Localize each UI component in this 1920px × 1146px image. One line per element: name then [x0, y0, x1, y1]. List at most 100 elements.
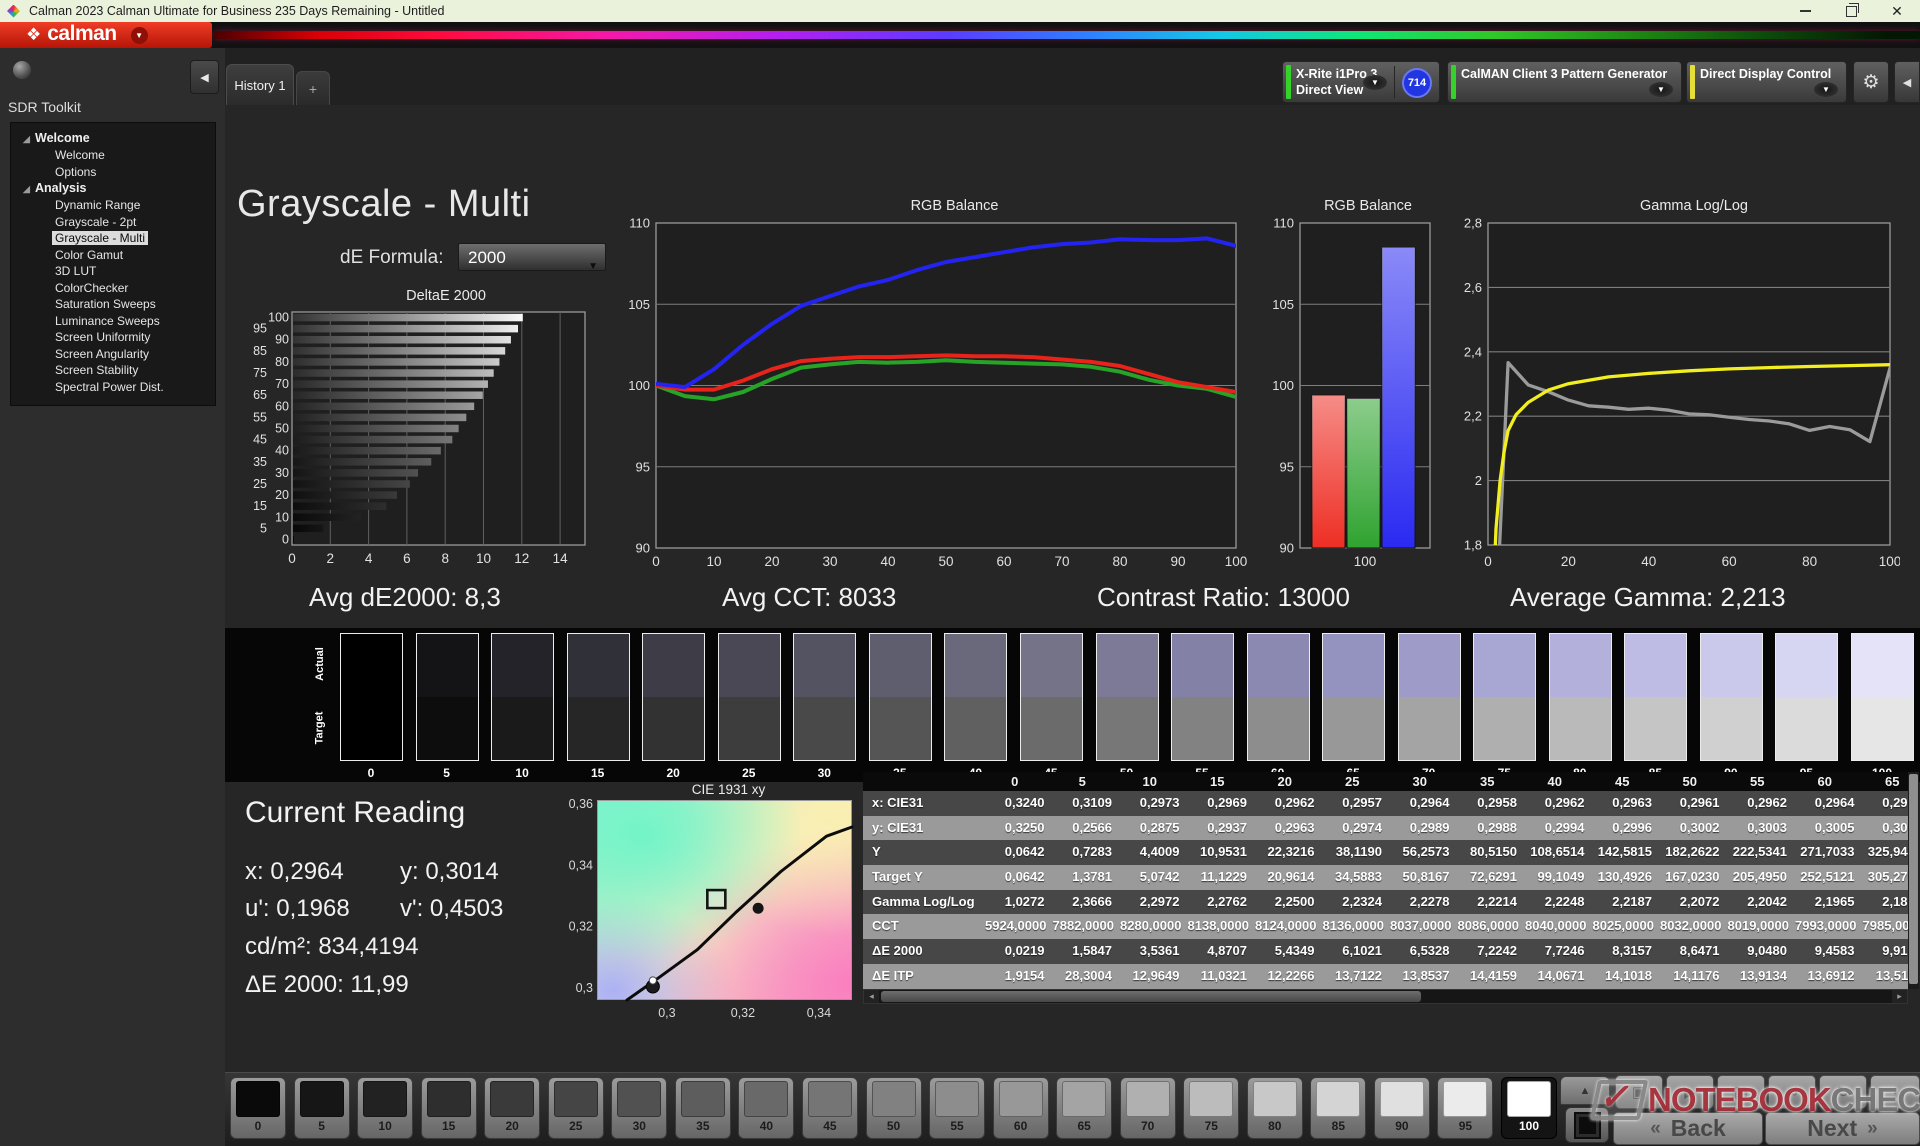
nav-tool-5-button[interactable]: ↻ [1819, 1075, 1867, 1109]
level-button-60[interactable]: 60 [992, 1077, 1049, 1139]
swatch-actual-40 [945, 634, 1007, 697]
sidebar-item-3d-lut[interactable]: 3D LUT [11, 263, 215, 280]
level-button-100[interactable]: 100 [1501, 1077, 1557, 1139]
nav-tool-6-button[interactable]: · [1870, 1075, 1920, 1109]
meter-chevron[interactable]: ▼ [1363, 75, 1387, 90]
level-button-70[interactable]: 70 [1119, 1077, 1176, 1139]
chevron-down-icon: ▼ [1371, 78, 1379, 87]
table-vertical-scrollbar[interactable] [1908, 772, 1919, 989]
level-button-35[interactable]: 35 [674, 1077, 731, 1139]
stop-pattern-button[interactable] [1565, 1107, 1609, 1143]
level-button-10[interactable]: 10 [357, 1077, 414, 1139]
swatch-level-label: 5 [443, 766, 450, 780]
swatch-target-10 [492, 697, 554, 760]
sidebar-item-spectral-power-dist[interactable]: Spectral Power Dist. [11, 379, 215, 396]
sidebar-item-screen-angularity[interactable]: Screen Angularity [11, 346, 215, 363]
scroll-right-button[interactable]: ▸ [1892, 990, 1907, 1003]
level-button-65[interactable]: 65 [1056, 1077, 1113, 1139]
sidebar-item-screen-stability[interactable]: Screen Stability [11, 362, 215, 379]
svg-text:40: 40 [275, 444, 289, 458]
display-control-dropdown[interactable]: Direct Display Control ▼ [1686, 61, 1847, 103]
sidebar-item-options[interactable]: Options [11, 164, 215, 181]
table-col-60: 60 [1817, 774, 1832, 789]
calman-menu-chevron[interactable]: ▼ [130, 26, 148, 44]
tab-history-1[interactable]: History 1 [226, 64, 294, 105]
sidebar-item-luminance-sweeps[interactable]: Luminance Sweeps [11, 313, 215, 330]
sidebar-group-analysis[interactable]: ◢ Analysis [11, 180, 215, 197]
sidebar-item-grayscale-multi[interactable]: Grayscale - Multi [11, 230, 215, 247]
table-row-x-cie31: x: CIE31 0,3240 0,3109 0,2973 0,2969 0,2962 0,… [863, 791, 1908, 816]
level-button-5[interactable]: 5 [293, 1077, 350, 1139]
level-button-0[interactable]: 0 [230, 1077, 286, 1139]
display-chevron[interactable]: ▼ [1814, 82, 1838, 97]
meter-dropdown[interactable]: X-Rite i1Pro 3 Direct View ▼ 714 [1282, 61, 1440, 103]
de-formula-select[interactable]: 2000 ▼ [458, 243, 606, 272]
pattern-level-strip: ▲ ▣ ▶ ▤ ∞ ↻ · « Back Next » 0 5 10 15 20 25 30… [225, 1072, 1920, 1146]
sidebar-item-saturation-sweeps[interactable]: Saturation Sweeps [11, 296, 215, 313]
settings-button[interactable]: ⚙ [1853, 61, 1889, 103]
back-button[interactable]: « Back [1613, 1112, 1763, 1145]
svg-text:2,6: 2,6 [1464, 280, 1482, 295]
table-horizontal-scrollbar[interactable]: ◂ ▸ [863, 989, 1908, 1004]
level-up-button[interactable]: ▲ [1560, 1076, 1610, 1105]
svg-text:85: 85 [253, 344, 267, 358]
close-button[interactable]: ✕ [1874, 0, 1920, 22]
level-button-90[interactable]: 90 [1373, 1077, 1430, 1139]
level-button-15[interactable]: 15 [420, 1077, 477, 1139]
reading-v: v': 0,4503 [400, 895, 504, 922]
sidebar: ◀ SDR Toolkit ◢ Welcome Welcome Options ◢ Ana… [0, 48, 225, 1146]
minimize-button[interactable] [1782, 0, 1828, 22]
deltae-2000-chart: DeltaE 2000 100 95 90 85 80 75 70 65 60 55 50 45 40 3… [245, 288, 600, 580]
stop-icon [1573, 1111, 1601, 1139]
rgb-balance-line-chart: RGB Balance 110 105 100 95 90 0 10 20 30 40 50 60 70… [608, 198, 1253, 575]
level-button-75[interactable]: 75 [1183, 1077, 1240, 1139]
level-button-55[interactable]: 55 [929, 1077, 986, 1139]
level-button-80[interactable]: 80 [1246, 1077, 1303, 1139]
panel-collapse-button[interactable]: ◀ [1894, 61, 1920, 103]
sidebar-item-grayscale-2pt[interactable]: Grayscale - 2pt [11, 214, 215, 231]
level-button-25[interactable]: 25 [547, 1077, 604, 1139]
sidebar-item-screen-uniformity[interactable]: Screen Uniformity [11, 329, 215, 346]
calman-menu-button[interactable]: ❖ calman ▼ [0, 22, 212, 48]
sidebar-item-dynamic-range[interactable]: Dynamic Range [11, 197, 215, 214]
level-button-20[interactable]: 20 [484, 1077, 541, 1139]
sidebar-item-color-gamut[interactable]: Color Gamut [11, 247, 215, 264]
swatch-target-20 [643, 697, 705, 760]
nav-tool-2-button[interactable]: ▶ [1666, 1075, 1714, 1109]
chevron-down-icon: ▼ [135, 30, 144, 40]
table-row-cct: CCT 5924,0000 7882,0000 8280,0000 8138,0000 8… [863, 914, 1908, 940]
nav-tool-1-button[interactable]: ▣ [1615, 1075, 1663, 1109]
sidebar-sphere-button[interactable] [13, 61, 31, 79]
nav-tool-4-button[interactable]: ∞ [1768, 1075, 1816, 1109]
level-button-85[interactable]: 85 [1310, 1077, 1367, 1139]
sidebar-item-colorchecker[interactable]: ColorChecker [11, 280, 215, 297]
level-button-50[interactable]: 50 [865, 1077, 922, 1139]
sidebar-group-welcome[interactable]: ◢ Welcome [11, 130, 215, 147]
swatch-actual-85 [1625, 634, 1687, 697]
swatch-target-35 [869, 697, 931, 760]
pattern-chevron[interactable]: ▼ [1649, 82, 1673, 97]
scroll-left-button[interactable]: ◂ [864, 990, 879, 1003]
add-tab-button[interactable]: + [296, 71, 330, 105]
table-row-y-cie31: y: CIE31 0,3250 0,2566 0,2875 0,2937 0,2963 0,… [863, 815, 1908, 841]
pattern-generator-dropdown[interactable]: CalMAN Client 3 Pattern Generator ▼ [1447, 61, 1682, 103]
v-scroll-thumb[interactable] [1909, 774, 1918, 984]
swatch-level-label: 15 [590, 766, 605, 780]
restore-button[interactable] [1828, 0, 1874, 22]
level-button-45[interactable]: 45 [801, 1077, 858, 1139]
sidebar-item-welcome[interactable]: Welcome [11, 147, 215, 164]
level-patch [1189, 1081, 1234, 1117]
swatch-cell-55 [1171, 633, 1235, 761]
nav-tool-3-button[interactable]: ▤ [1717, 1075, 1765, 1109]
h-scroll-thumb[interactable] [881, 991, 1421, 1002]
swatch-target-85 [1625, 697, 1687, 760]
level-button-95[interactable]: 95 [1437, 1077, 1494, 1139]
swatch-actual-10 [492, 634, 554, 697]
sidebar-collapse-button[interactable]: ◀ [190, 60, 219, 94]
next-button[interactable]: Next » [1765, 1112, 1920, 1145]
meter-reading-badge[interactable]: 714 [1402, 68, 1432, 98]
swatch-level-label: 0 [367, 766, 375, 780]
level-button-40[interactable]: 40 [738, 1077, 795, 1139]
table-row-gamma-log-log: Gamma Log/Log 1,0272 2,3666 2,2972 2,2762 2,2… [863, 889, 1908, 915]
level-button-30[interactable]: 30 [611, 1077, 668, 1139]
